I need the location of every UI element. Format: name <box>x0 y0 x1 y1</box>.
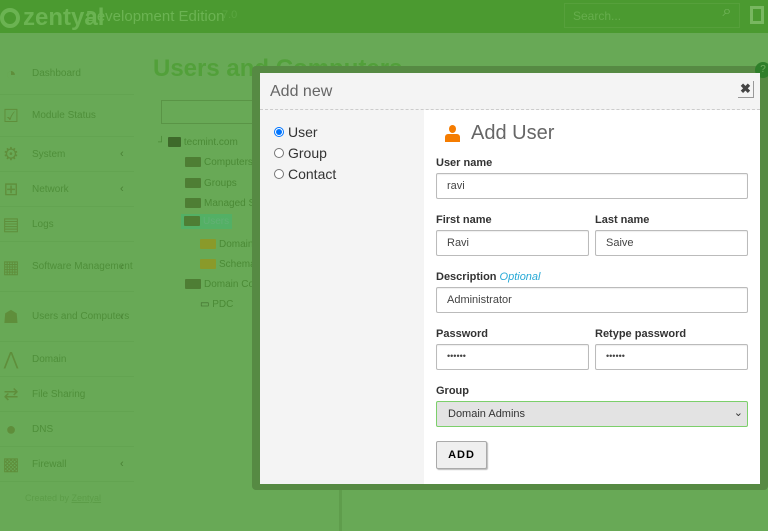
dashboard-icon: ◔ <box>5 63 17 84</box>
sidebar-item-label: Module Status <box>32 110 96 121</box>
created-by: Created by Zentyal <box>25 493 102 503</box>
description-field[interactable]: Administrator <box>436 287 748 313</box>
password-field[interactable]: •••••• <box>436 344 589 370</box>
optional-hint: Optional <box>499 271 541 283</box>
file-sharing-icon: ⇄ <box>3 384 19 404</box>
sidebar-item-users-and-computers[interactable]: ☗ Users and Computers ‹ <box>0 292 134 342</box>
folder-icon <box>185 157 201 168</box>
version-label: 7.0 <box>222 9 238 21</box>
sidebar-item-domain[interactable]: ⋀ Domain <box>0 342 134 377</box>
firstname-label: First name <box>436 214 492 226</box>
type-selector: User Group Contact <box>274 121 336 184</box>
tree-root[interactable]: ┘ tecmint.com <box>158 137 238 148</box>
package-icon: ▦ <box>2 256 20 277</box>
chevron-left-icon: ‹ <box>120 148 124 160</box>
logs-icon: ▤ <box>2 214 20 234</box>
sidebar-item-system[interactable]: ⚙ System ‹ <box>0 137 134 172</box>
sidebar-item-label: Network <box>32 183 69 195</box>
radio-group[interactable]: Group <box>274 142 336 163</box>
sidebar-item-label: Software Management <box>32 261 133 272</box>
edition-label: Development Edition <box>86 8 225 25</box>
tree-groups[interactable]: Groups <box>185 178 237 189</box>
sidebar-item-label: DNS <box>32 423 54 435</box>
group-label: Group <box>436 385 469 397</box>
chevron-left-icon: ‹ <box>120 310 124 323</box>
description-label: Description <box>436 271 497 283</box>
network-icon: ⊞ <box>3 179 19 199</box>
domain-icon: ⋀ <box>3 349 19 369</box>
sidebar-item-label: System <box>32 148 66 160</box>
tree-pdc[interactable]: ▭ PDC <box>200 299 233 310</box>
radio-user[interactable]: User <box>274 121 336 142</box>
lastname-field[interactable]: Saive <box>595 230 748 256</box>
sidebar-item-label: Users and Computers <box>32 311 130 322</box>
tree-filter-input[interactable] <box>161 100 261 124</box>
folder-icon <box>185 279 201 290</box>
zentyal-link[interactable]: Zentyal <box>72 493 102 503</box>
users-icon: ☗ <box>2 306 20 327</box>
add-button[interactable]: ADD <box>436 441 487 469</box>
search-icon[interactable]: ⌕ <box>714 3 740 28</box>
sidebar-item-label: Firewall <box>32 458 67 470</box>
close-icon[interactable]: ✖ <box>738 81 754 98</box>
radio-contact[interactable]: Contact <box>274 163 336 184</box>
chevron-left-icon: ‹ <box>120 260 124 273</box>
logout-icon[interactable] <box>750 6 764 24</box>
sidebar-item-firewall[interactable]: ▩ Firewall ‹ <box>0 447 134 482</box>
sidebar-item-network[interactable]: ⊞ Network ‹ <box>0 172 134 207</box>
add-user-form: Add User User name ravi First name Ravi L… <box>424 110 760 484</box>
module-status-icon: ☑ <box>2 105 20 126</box>
add-new-dialog: Add new ✖ User Group Contact Add User Us… <box>260 73 760 484</box>
form-title: Add User <box>471 122 555 144</box>
folder-icon <box>184 216 200 227</box>
folder-icon <box>185 178 201 189</box>
sidebar-item-module-status[interactable]: ☑ Module Status <box>0 95 134 137</box>
sidebar: ◔ Dashboard ☑ Module Status ⚙ System ‹ ⊞ Network… <box>0 53 134 482</box>
computer-icon: ▭ <box>200 299 213 310</box>
folder-icon <box>185 198 201 209</box>
sidebar-item-label: Logs <box>32 218 54 230</box>
group-icon <box>200 239 216 250</box>
chevron-left-icon: ‹ <box>120 458 124 470</box>
sidebar-item-file-sharing[interactable]: ⇄ File Sharing <box>0 377 134 412</box>
lastname-label: Last name <box>595 214 650 226</box>
firewall-icon: ▩ <box>2 454 20 474</box>
group-icon <box>200 259 216 270</box>
tree-users[interactable]: Users <box>181 214 233 229</box>
group-select[interactable]: Domain Admins ⌄ <box>436 401 748 427</box>
sidebar-item-dashboard[interactable]: ◔ Dashboard <box>0 53 134 95</box>
chevron-down-icon: ⌄ <box>733 407 743 419</box>
sidebar-item-software-management[interactable]: ▦ Software Management ‹ <box>0 242 134 292</box>
sidebar-item-label: Domain <box>32 353 67 365</box>
user-icon <box>445 125 460 142</box>
username-label: User name <box>436 157 493 169</box>
retype-password-field[interactable]: •••••• <box>595 344 748 370</box>
chevron-left-icon: ‹ <box>120 183 124 195</box>
password-label: Password <box>436 328 488 340</box>
sidebar-item-logs[interactable]: ▤ Logs <box>0 207 134 242</box>
sidebar-item-dns[interactable]: ● DNS <box>0 412 134 447</box>
sidebar-item-label: File Sharing <box>32 388 86 400</box>
firstname-field[interactable]: Ravi <box>436 230 589 256</box>
top-bar: zentyal Development Edition 7.0 Search..… <box>0 0 768 33</box>
tree-managed[interactable]: Managed Se <box>185 198 261 209</box>
dns-icon: ● <box>5 419 17 439</box>
sidebar-item-label: Dashboard <box>32 68 81 79</box>
tree-domain-controllers[interactable]: Domain Cont <box>185 279 262 290</box>
retype-password-label: Retype password <box>595 328 687 340</box>
gear-icon: ⚙ <box>2 144 20 164</box>
tree-computers[interactable]: Computers <box>185 157 253 168</box>
server-icon <box>167 137 181 148</box>
dialog-title: Add new <box>270 83 333 100</box>
username-field[interactable]: ravi <box>436 173 748 199</box>
